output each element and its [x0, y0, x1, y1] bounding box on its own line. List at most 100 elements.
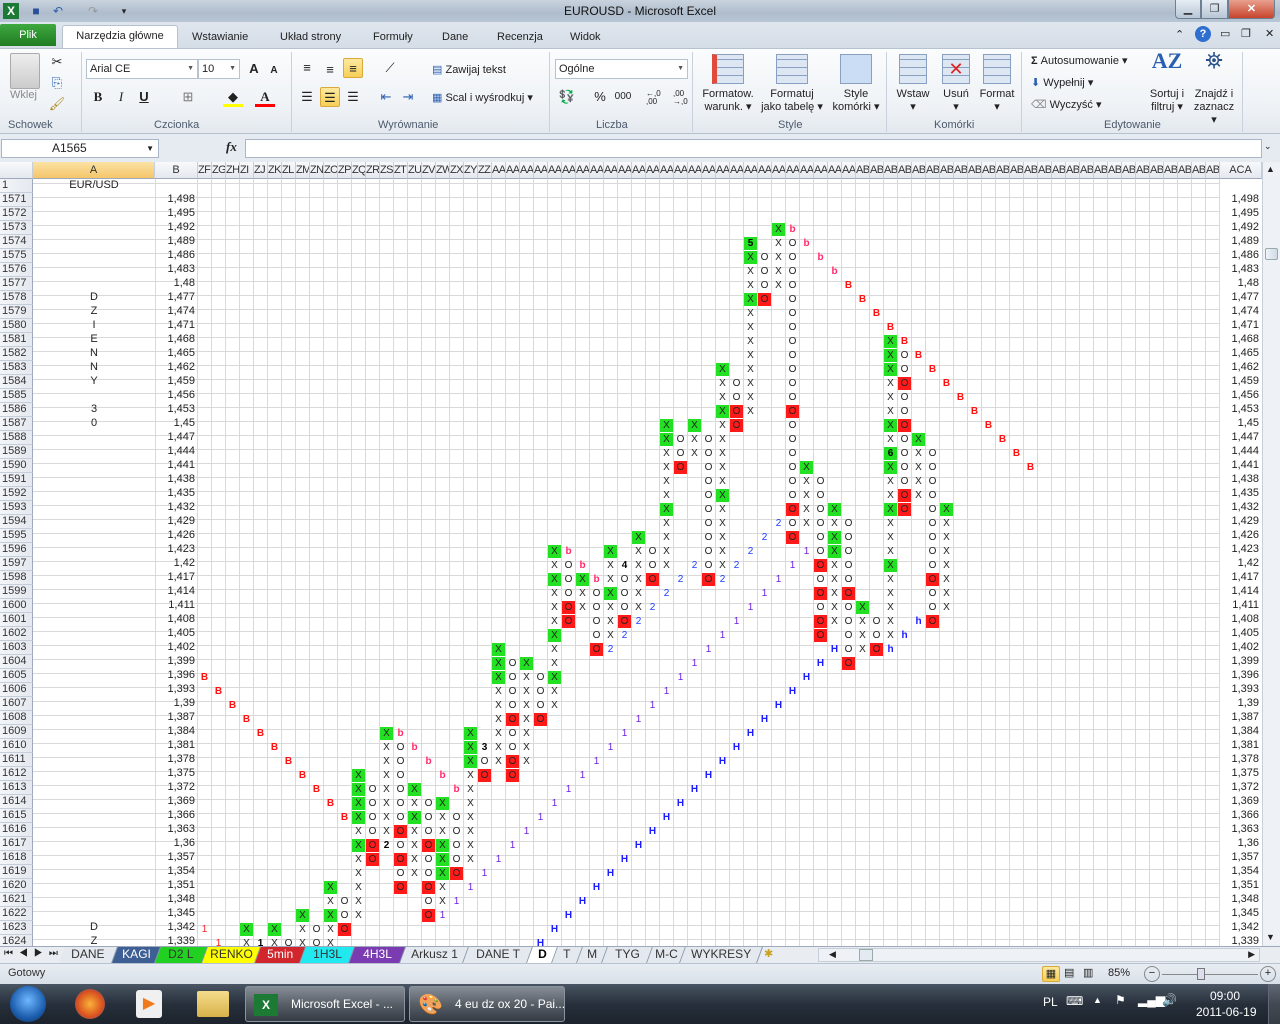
cell-price[interactable]: 1,423 [155, 543, 198, 557]
bold-button[interactable]: B [88, 87, 108, 107]
paste-button[interactable]: Wklej [10, 89, 37, 101]
column-header[interactable]: ABC [884, 162, 898, 179]
explorer-icon[interactable] [197, 991, 229, 1017]
column-header[interactable]: ABU [1136, 162, 1150, 179]
row-header-1602[interactable]: 1602 [0, 627, 33, 641]
column-header[interactable]: AAK [632, 162, 646, 179]
zoom-in-button[interactable]: + [1260, 966, 1276, 982]
format-as-table-button[interactable]: Formatuj jako tabelę ▾ [759, 54, 825, 114]
format-cells-button[interactable]: Format ▾ [976, 54, 1018, 114]
taskbar-paint-button[interactable]: 🎨 4 eu dz ox 20 - Pai... [409, 986, 565, 1022]
thousands-button[interactable]: 000 [613, 87, 633, 107]
row-header-1608[interactable]: 1608 [0, 711, 33, 725]
language-indicator[interactable]: PL [1043, 995, 1058, 1009]
italic-button[interactable]: I [111, 87, 131, 107]
cell-price-aca[interactable]: 1,444 [1220, 445, 1262, 459]
fill-button[interactable]: ⬇ Wypełnij ▾ [1031, 76, 1093, 89]
cell-price[interactable]: 1,345 [155, 907, 198, 921]
column-header[interactable]: ABM [1024, 162, 1038, 179]
column-header[interactable]: ABP [1066, 162, 1080, 179]
sheet-tab[interactable]: TYG [602, 947, 653, 963]
clock-time[interactable]: 09:00 [1210, 989, 1240, 1003]
sheet-tab[interactable]: 4H3L [349, 947, 406, 963]
row-header-1609[interactable]: 1609 [0, 725, 33, 739]
clock-date[interactable]: 2011-06-19 [1196, 1005, 1257, 1019]
column-header[interactable]: ZH [226, 162, 240, 179]
merge-center-button[interactable]: ▦ Scal i wyśrodkuj ▾ [432, 91, 533, 104]
cell-price[interactable]: 1,426 [155, 529, 198, 543]
select-all-corner[interactable] [0, 162, 33, 179]
file-tab[interactable]: Plik [0, 24, 56, 46]
column-header[interactable]: AAE [548, 162, 562, 179]
column-header[interactable]: ZF [198, 162, 212, 179]
row-header-1601[interactable]: 1601 [0, 613, 33, 627]
column-header[interactable]: AAG [576, 162, 590, 179]
horizontal-scrollbar[interactable]: ◀ ▶ [818, 948, 1260, 962]
column-header[interactable]: AAJ [618, 162, 632, 179]
row-header-1581[interactable]: 1581 [0, 333, 33, 347]
row-header-1577[interactable]: 1577 [0, 277, 33, 291]
column-header[interactable]: AAI [604, 162, 618, 179]
cell-price-aca[interactable]: 1,39 [1220, 697, 1262, 711]
cell-price-aca[interactable]: 1,393 [1220, 683, 1262, 697]
cell-price[interactable]: 1,456 [155, 389, 198, 403]
cell-price[interactable]: 1,432 [155, 501, 198, 515]
row-header-1618[interactable]: 1618 [0, 851, 33, 865]
cell-a-label[interactable]: I [33, 319, 155, 333]
cell-price-aca[interactable]: 1,468 [1220, 333, 1262, 347]
cell-price[interactable]: 1,474 [155, 305, 198, 319]
row-header-1622[interactable]: 1622 [0, 907, 33, 921]
orientation-icon[interactable]: ⟋ [380, 58, 400, 78]
cell-a-label[interactable]: D [33, 921, 155, 935]
sheet-tab[interactable]: 5min [255, 947, 306, 963]
cell-price[interactable]: 1,444 [155, 445, 198, 459]
taskbar-excel-button[interactable]: X Microsoft Excel - ... [245, 986, 405, 1022]
tab-page-layout[interactable]: Układ strony [274, 27, 347, 48]
cell-price-aca[interactable]: 1,345 [1220, 907, 1262, 921]
row-header-1588[interactable]: 1588 [0, 431, 33, 445]
cell-price[interactable]: 1,489 [155, 235, 198, 249]
cell-price[interactable]: 1,45 [155, 417, 198, 431]
row-header-1604[interactable]: 1604 [0, 655, 33, 669]
align-right-icon[interactable]: ☰ [343, 87, 363, 107]
column-header[interactable]: ABQ [1080, 162, 1094, 179]
cell-price-aca[interactable]: 1,351 [1220, 879, 1262, 893]
page-layout-view-icon[interactable]: ▤ [1064, 966, 1074, 979]
row-header-1619[interactable]: 1619 [0, 865, 33, 879]
cell-price[interactable]: 1,495 [155, 207, 198, 221]
column-header[interactable]: ZS [380, 162, 394, 179]
row-header-1598[interactable]: 1598 [0, 571, 33, 585]
keyboard-icon[interactable]: ⌨ [1066, 994, 1083, 1008]
row-header-1606[interactable]: 1606 [0, 683, 33, 697]
normal-view-icon[interactable]: ▦ [1042, 966, 1060, 982]
column-header[interactable]: ZW [436, 162, 450, 179]
column-header[interactable]: AAU [772, 162, 786, 179]
cell-price[interactable]: 1,48 [155, 277, 198, 291]
row-header-1571[interactable]: 1571 [0, 193, 33, 207]
cell-price-aca[interactable]: 1,399 [1220, 655, 1262, 669]
column-header[interactable]: ABW [1164, 162, 1178, 179]
zoom-slider-thumb[interactable] [1197, 968, 1205, 980]
row-header-1603[interactable]: 1603 [0, 641, 33, 655]
column-header[interactable]: AAO [688, 162, 702, 179]
column-header-aca[interactable]: ACA [1220, 162, 1262, 179]
row-header-1621[interactable]: 1621 [0, 893, 33, 907]
column-header[interactable]: ZJ [254, 162, 268, 179]
network-icon[interactable]: ▂▄▆ [1138, 993, 1165, 1007]
cell-price-aca[interactable]: 1,384 [1220, 725, 1262, 739]
cell-price[interactable]: 1,438 [155, 473, 198, 487]
cell-price[interactable]: 1,399 [155, 655, 198, 669]
row-header-1605[interactable]: 1605 [0, 669, 33, 683]
cell-price[interactable]: 1,39 [155, 697, 198, 711]
copy-icon[interactable]: ⎘ [47, 73, 67, 93]
cell-styles-button[interactable]: Style komórki ▾ [828, 54, 884, 114]
column-header[interactable]: ZO [324, 162, 338, 179]
column-header[interactable]: ZZ [478, 162, 492, 179]
wrap-text-button[interactable]: ▤ Zawijaj tekst [432, 63, 506, 76]
column-header[interactable]: AAV [786, 162, 800, 179]
align-center-icon[interactable]: ☰ [320, 87, 340, 107]
cell-price[interactable]: 1,42 [155, 557, 198, 571]
page-break-view-icon[interactable]: ▥ [1083, 966, 1093, 979]
tab-review[interactable]: Recenzja [491, 27, 549, 48]
scroll-up-icon[interactable]: ▲ [1266, 164, 1275, 174]
